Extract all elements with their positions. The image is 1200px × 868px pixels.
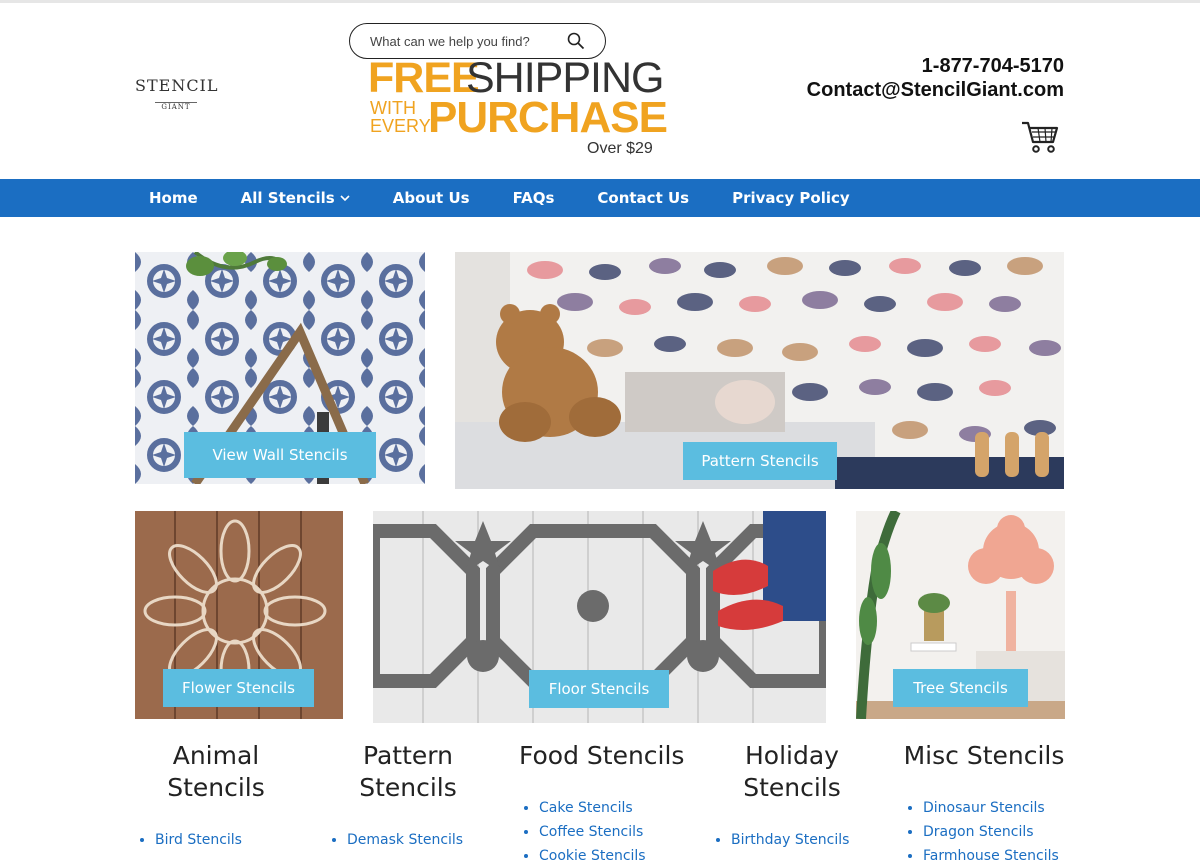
list-item[interactable]: Bird Stencils bbox=[155, 828, 297, 852]
nav-about-us[interactable]: About Us bbox=[393, 189, 470, 207]
category-food: Food Stencils Cake Stencils Coffee Stenc… bbox=[519, 740, 685, 868]
flower-stencils-button[interactable]: Flower Stencils bbox=[163, 669, 314, 707]
search-input[interactable] bbox=[370, 33, 560, 49]
tree-stencils-button[interactable]: Tree Stencils bbox=[893, 669, 1028, 707]
category-misc: Misc Stencils Dinosaur Stencils Dragon S… bbox=[903, 740, 1065, 868]
promo-every: EVERY bbox=[370, 116, 431, 136]
nav-contact-label: Contact Us bbox=[597, 189, 690, 207]
category-title: Pattern Stencils bbox=[359, 741, 457, 802]
nav-all-stencils-label: All Stencils bbox=[240, 189, 335, 207]
wall-stencils-tile[interactable]: View Wall Stencils bbox=[135, 252, 425, 484]
site-logo[interactable]: STENCIL GIANT bbox=[135, 76, 219, 113]
category-animal: AnimalStencils Bird Stencils bbox=[135, 740, 297, 852]
tree-stencils-tile[interactable]: Tree Stencils bbox=[856, 511, 1065, 719]
list-item[interactable]: Dinosaur Stencils bbox=[923, 796, 1065, 820]
category-title: Animal Stencils bbox=[167, 741, 265, 802]
nav-all-stencils[interactable]: All Stencils bbox=[241, 189, 350, 207]
logo-text-stencil: STENCIL bbox=[135, 76, 219, 95]
category-title: Holiday Stencils bbox=[743, 741, 841, 802]
flower-stencils-tile[interactable]: Flower Stencils bbox=[135, 511, 343, 719]
promo-over: Over $29 bbox=[587, 140, 653, 157]
list-item[interactable]: Farmhouse Stencils bbox=[923, 844, 1065, 868]
floor-stencils-button[interactable]: Floor Stencils bbox=[529, 670, 669, 708]
pattern-stencils-button[interactable]: Pattern Stencils bbox=[683, 442, 837, 480]
chevron-down-icon bbox=[340, 194, 350, 201]
category-pattern: PatternStencils Demask Stencils bbox=[327, 740, 489, 852]
category-holiday: HolidayStencils Birthday Stencils bbox=[711, 740, 873, 852]
phone-number[interactable]: 1-877-704-5170 bbox=[807, 54, 1064, 78]
nav-privacy-policy[interactable]: Privacy Policy bbox=[732, 189, 850, 207]
contact-email[interactable]: Contact@StencilGiant.com bbox=[807, 78, 1064, 102]
list-item[interactable]: Dragon Stencils bbox=[923, 820, 1065, 844]
category-title: Misc Stencils bbox=[903, 741, 1065, 770]
contact-info: 1-877-704-5170 Contact@StencilGiant.com bbox=[807, 54, 1064, 102]
view-wall-stencils-button[interactable]: View Wall Stencils bbox=[184, 432, 376, 478]
list-item[interactable]: Cake Stencils bbox=[539, 796, 681, 820]
floor-stencils-tile[interactable]: Floor Stencils bbox=[373, 511, 826, 723]
nav-contact-us[interactable]: Contact Us bbox=[597, 189, 689, 207]
nav-home-label: Home bbox=[149, 189, 198, 207]
logo-text-giant: GIANT bbox=[155, 102, 197, 111]
search-icon[interactable] bbox=[567, 32, 585, 50]
free-shipping-banner: FREE SHIPPING WITH EVERY PURCHASE Over $… bbox=[368, 56, 668, 160]
list-item[interactable]: Cookie Stencils bbox=[539, 844, 681, 868]
list-item[interactable]: Birthday Stencils bbox=[731, 828, 873, 852]
nav-home[interactable]: Home bbox=[149, 189, 198, 207]
main-navigation: Home All Stencils About Us FAQs Contact … bbox=[0, 179, 1200, 217]
nav-privacy-label: Privacy Policy bbox=[732, 189, 850, 207]
promo-with: WITH bbox=[370, 98, 416, 118]
nav-about-label: About Us bbox=[392, 189, 470, 207]
list-item[interactable]: Demask Stencils bbox=[347, 828, 489, 852]
pattern-stencils-tile[interactable]: Pattern Stencils bbox=[455, 252, 1064, 489]
promo-purchase: PURCHASE bbox=[428, 93, 668, 142]
category-title: Food Stencils bbox=[519, 741, 685, 770]
top-border bbox=[0, 0, 1200, 3]
nav-faqs[interactable]: FAQs bbox=[513, 189, 555, 207]
shopping-cart-icon[interactable] bbox=[1021, 120, 1059, 154]
list-item[interactable]: Coffee Stencils bbox=[539, 820, 681, 844]
nav-faqs-label: FAQs bbox=[512, 189, 555, 207]
